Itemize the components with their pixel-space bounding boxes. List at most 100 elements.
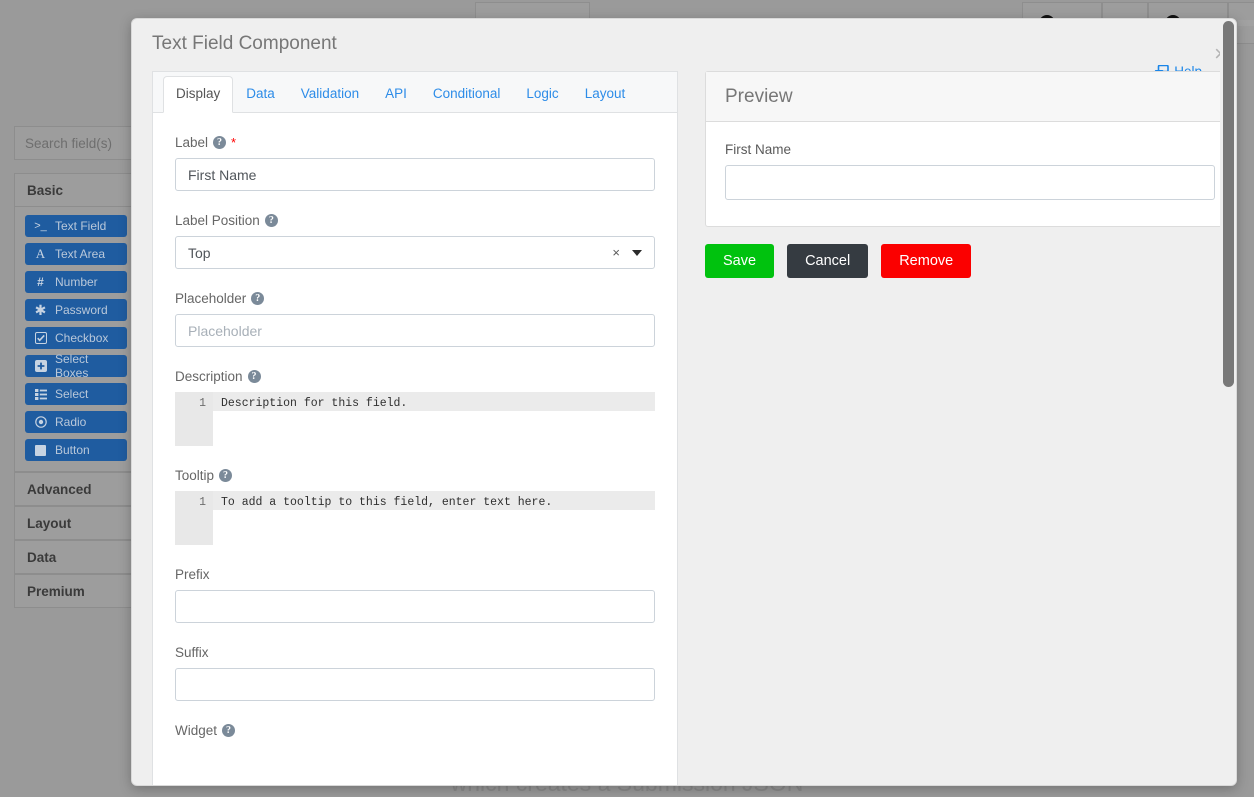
tab-api[interactable]: API: [372, 76, 420, 113]
tab-display[interactable]: Display: [163, 76, 233, 113]
modal-title: Text Field Component: [152, 33, 337, 55]
help-question-icon[interactable]: ?: [265, 214, 278, 227]
field-caption-text: Description: [175, 369, 243, 384]
label-field-caption: Label ? *: [175, 135, 655, 150]
remove-button[interactable]: Remove: [881, 244, 971, 278]
field-placeholder-group: Placeholder ? Placeholder: [175, 291, 655, 347]
help-question-icon[interactable]: ?: [213, 136, 226, 149]
palette-item-label: Button: [55, 443, 90, 457]
palette-item-label: Text Area: [55, 247, 105, 261]
palette-item-select[interactable]: Select: [25, 383, 127, 405]
code-body: To add a tooltip to this field, enter te…: [213, 491, 655, 545]
preview-title: Preview: [706, 72, 1234, 122]
preview-field-label: First Name: [725, 142, 1215, 157]
field-label-group: Label ? * First Name: [175, 135, 655, 191]
suffix-input[interactable]: [175, 668, 655, 701]
palette-item-button[interactable]: Button: [25, 439, 127, 461]
palette-group-header-layout[interactable]: Layout: [14, 506, 138, 540]
preview-text-input[interactable]: [725, 165, 1215, 200]
display-tab-panel: Label ? * First Name Label Position ? To…: [152, 113, 678, 786]
field-label-position-group: Label Position ? Top ×: [175, 213, 655, 269]
tab-logic[interactable]: Logic: [513, 76, 571, 113]
widget-caption: Widget ?: [175, 723, 655, 738]
palette-group-body-basic: >_ Text Field A Text Area # Number ✱ Pas…: [14, 207, 138, 472]
palette-item-password[interactable]: ✱ Password: [25, 299, 127, 321]
field-caption-text: Widget: [175, 723, 217, 738]
description-code-editor[interactable]: 1 Description for this field.: [175, 392, 655, 446]
modal-scrollbar[interactable]: [1220, 19, 1236, 786]
field-prefix-group: Prefix: [175, 567, 655, 623]
code-gutter: 1: [175, 392, 213, 446]
field-caption-text: Prefix: [175, 567, 210, 582]
field-suffix-group: Suffix: [175, 645, 655, 701]
field-caption-text: Suffix: [175, 645, 209, 660]
hash-icon: #: [34, 276, 47, 289]
field-caption-text: Label Position: [175, 213, 260, 228]
settings-column: Display Data Validation API Conditional …: [152, 71, 678, 786]
preview-column: Preview First Name Save Cancel Remove: [705, 71, 1235, 278]
tab-layout[interactable]: Layout: [572, 76, 639, 113]
field-tooltip-group: Tooltip ? 1 To add a tooltip to this fie…: [175, 468, 655, 545]
placeholder-input[interactable]: Placeholder: [175, 314, 655, 347]
palette-item-text-area[interactable]: A Text Area: [25, 243, 127, 265]
help-question-icon[interactable]: ?: [248, 370, 261, 383]
prefix-caption: Prefix: [175, 567, 655, 582]
palette-item-radio[interactable]: Radio: [25, 411, 127, 433]
description-caption: Description ?: [175, 369, 655, 384]
palette-item-label: Password: [55, 303, 108, 317]
field-description-group: Description ? 1 Description for this fie…: [175, 369, 655, 446]
required-asterisk: *: [231, 135, 236, 150]
palette-group-header-advanced[interactable]: Advanced: [14, 472, 138, 506]
palette-item-label: Radio: [55, 415, 86, 429]
search-input[interactable]: Search field(s): [14, 126, 138, 160]
square-icon: [34, 444, 47, 457]
modal-scrollbar-thumb[interactable]: [1223, 21, 1234, 387]
save-button[interactable]: Save: [705, 244, 774, 278]
help-question-icon[interactable]: ?: [219, 469, 232, 482]
prefix-input[interactable]: [175, 590, 655, 623]
palette-group-header-data[interactable]: Data: [14, 540, 138, 574]
component-palette-sidebar: Search field(s) Basic >_ Text Field A Te…: [14, 126, 138, 608]
placeholder-caption: Placeholder ?: [175, 291, 655, 306]
placeholder-bar: [1238, 20, 1254, 26]
tab-data[interactable]: Data: [233, 76, 288, 113]
help-question-icon[interactable]: ?: [251, 292, 264, 305]
chevron-down-icon[interactable]: [632, 250, 642, 256]
preview-body: First Name: [706, 122, 1234, 226]
palette-item-text-field[interactable]: >_ Text Field: [25, 215, 127, 237]
tab-conditional[interactable]: Conditional: [420, 76, 514, 113]
label-position-value: Top: [188, 245, 211, 261]
palette-item-number[interactable]: # Number: [25, 271, 127, 293]
component-settings-modal: Text Field Component × Help Display Data…: [131, 18, 1237, 786]
field-caption-text: Placeholder: [175, 291, 246, 306]
tooltip-code-editor[interactable]: 1 To add a tooltip to this field, enter …: [175, 491, 655, 545]
field-widget-group: Widget ?: [175, 723, 655, 738]
palette-item-label: Select: [55, 387, 88, 401]
palette-group-header-basic[interactable]: Basic: [14, 173, 138, 207]
code-line: Description for this field.: [213, 392, 655, 411]
palette-item-label: Text Field: [55, 219, 106, 233]
code-body: Description for this field.: [213, 392, 655, 446]
select-controls: ×: [612, 245, 642, 260]
code-gutter: 1: [175, 491, 213, 545]
palette-item-checkbox[interactable]: Checkbox: [25, 327, 127, 349]
label-position-select[interactable]: Top ×: [175, 236, 655, 269]
palette-item-select-boxes[interactable]: Select Boxes: [25, 355, 127, 377]
modal-action-buttons: Save Cancel Remove: [705, 244, 1235, 278]
tab-validation[interactable]: Validation: [288, 76, 372, 113]
terminal-icon: >_: [34, 220, 47, 233]
field-caption-text: Tooltip: [175, 468, 214, 483]
asterisk-icon: ✱: [34, 304, 47, 317]
palette-group-header-premium[interactable]: Premium: [14, 574, 138, 608]
radio-icon: [34, 416, 47, 429]
palette-group-basic: Basic >_ Text Field A Text Area # Number…: [14, 173, 138, 472]
checkbox-icon: [34, 332, 47, 345]
help-question-icon[interactable]: ?: [222, 724, 235, 737]
label-position-caption: Label Position ?: [175, 213, 655, 228]
plus-square-icon: [34, 360, 47, 373]
label-input[interactable]: First Name: [175, 158, 655, 191]
suffix-caption: Suffix: [175, 645, 655, 660]
clear-selection-icon[interactable]: ×: [612, 245, 620, 260]
cancel-button[interactable]: Cancel: [787, 244, 868, 278]
tooltip-caption: Tooltip ?: [175, 468, 655, 483]
